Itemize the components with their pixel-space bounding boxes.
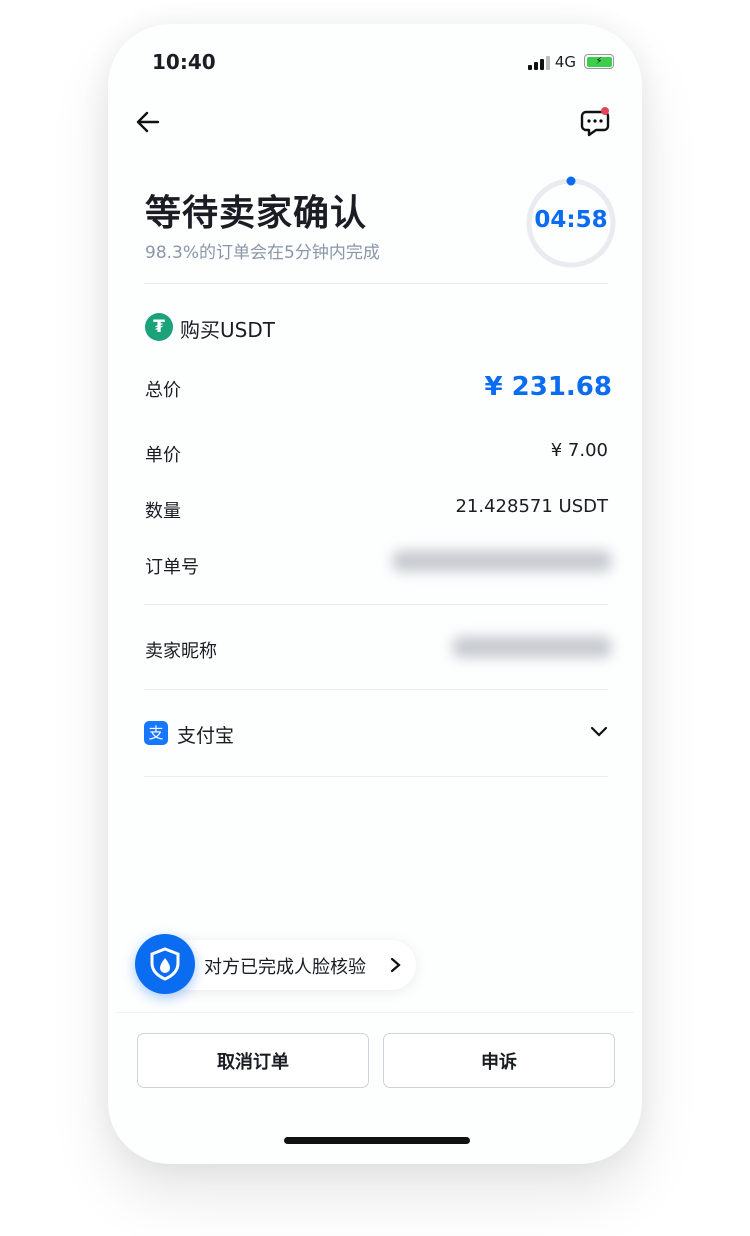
unit-price-value: ¥ 7.00 bbox=[550, 440, 608, 461]
quantity-value: 21.428571 USDT bbox=[455, 496, 608, 517]
cancel-order-button[interactable]: 取消订单 bbox=[137, 1033, 369, 1088]
signal-icon bbox=[528, 56, 550, 70]
tether-icon: ₮ bbox=[145, 313, 173, 341]
chat-bubble-icon[interactable] bbox=[578, 106, 612, 138]
home-indicator[interactable] bbox=[284, 1137, 470, 1144]
payment-method-label: 支付宝 bbox=[177, 725, 235, 747]
chevron-right-icon bbox=[390, 957, 401, 973]
payment-method-row[interactable]: 支 支付宝 bbox=[144, 714, 608, 754]
shield-icon bbox=[135, 934, 195, 994]
unit-price-label: 单价 bbox=[145, 445, 181, 466]
seller-label: 卖家昵称 bbox=[145, 641, 217, 662]
arrow-left-icon[interactable] bbox=[136, 110, 162, 134]
face-verify-pill[interactable]: 对方已完成人脸核验 bbox=[158, 940, 416, 990]
total-label: 总价 bbox=[145, 380, 181, 401]
total-value: ¥ 231.68 bbox=[484, 372, 612, 402]
page-subtitle: 98.3%的订单会在5分钟内完成 bbox=[145, 243, 380, 263]
appeal-button[interactable]: 申诉 bbox=[383, 1033, 615, 1088]
notification-dot bbox=[601, 107, 609, 115]
quantity-label: 数量 bbox=[145, 501, 181, 522]
order-number-value[interactable] bbox=[392, 550, 612, 572]
chevron-down-icon bbox=[590, 726, 608, 737]
divider bbox=[144, 283, 608, 284]
network-label: 4G bbox=[554, 53, 576, 71]
divider bbox=[144, 776, 608, 777]
face-verify-label: 对方已完成人脸核验 bbox=[204, 957, 366, 978]
alipay-icon: 支 bbox=[144, 721, 168, 745]
divider bbox=[144, 604, 608, 605]
order-number-label: 订单号 bbox=[145, 557, 199, 578]
battery-charging-icon: ⚡ bbox=[584, 54, 614, 69]
status-time: 10:40 bbox=[152, 50, 216, 74]
coin-label: 购买USDT bbox=[180, 318, 275, 342]
seller-nickname-value[interactable] bbox=[452, 636, 612, 658]
divider bbox=[144, 689, 608, 690]
phone-screen: 10:40 4G ⚡ 等待卖家确认 98.3%的订单会在5分钟内完成 04:58… bbox=[108, 24, 642, 1164]
page-title: 等待卖家确认 bbox=[145, 193, 368, 234]
divider bbox=[116, 1012, 634, 1013]
countdown-timer: 04:58 bbox=[534, 207, 608, 233]
